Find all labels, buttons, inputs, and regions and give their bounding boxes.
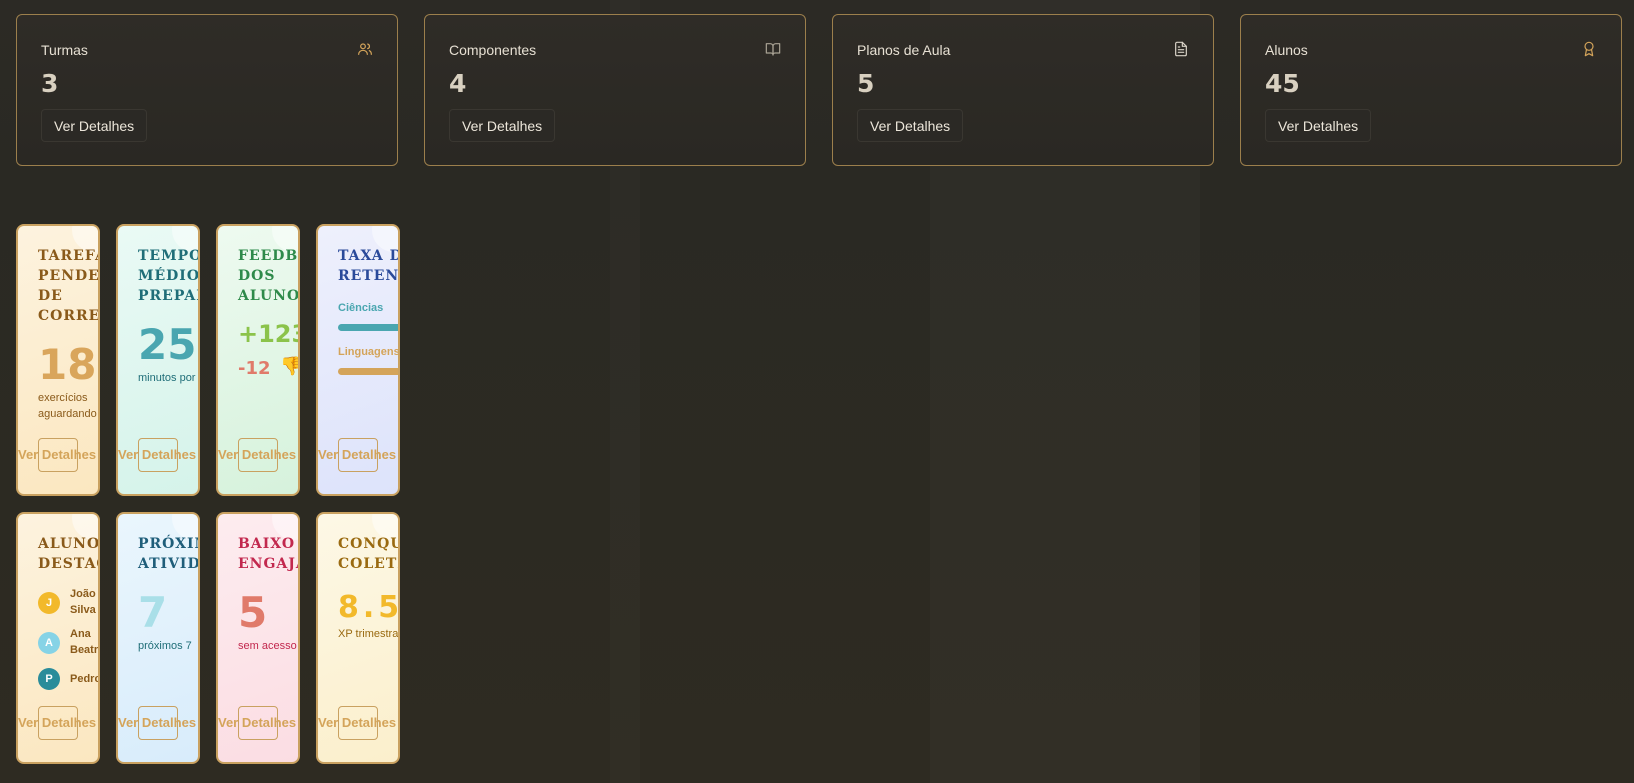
card-title-line: TAREFAS — [38, 248, 98, 264]
thumbs-down-icon: 👎 — [280, 356, 298, 377]
card-title-line: PENDENTES — [38, 268, 100, 284]
card-alunos-destaque: ALUNOS DESTAQUE J João Silva A Ana Beatr… — [16, 512, 100, 764]
award-icon — [1584, 41, 1594, 57]
card-value: 7 — [138, 588, 168, 637]
file-text-icon — [1175, 41, 1187, 57]
stat-value: 45 — [1265, 69, 1300, 98]
card-title: TEMPO MÉDIO DE PREPARO — [138, 246, 200, 306]
ver-detalhes-button-label[interactable]: Ver Detalhes — [18, 715, 98, 730]
retention-label: Ciências — [338, 302, 384, 314]
card-title: TAREFAS PENDENTES DE CORREÇÃO — [38, 246, 100, 326]
users-icon — [358, 43, 372, 55]
card-tempo-medio: TEMPO MÉDIO DE PREPARO 25 minutos por Ve… — [116, 224, 200, 496]
card-title-line: TEMPO — [138, 248, 200, 264]
feedback-positive: +123 — [238, 320, 298, 348]
student-name-line: Silva — [70, 604, 96, 616]
student-name-line: Pedro — [70, 673, 100, 685]
card-title-line: ALUNOS — [238, 288, 300, 304]
ver-detalhes-button-label[interactable]: Ver Detalhes — [318, 447, 398, 462]
book-open-icon — [765, 43, 781, 56]
ver-detalhes-button[interactable]: Ver Detalhes — [41, 109, 148, 142]
retention-bar — [338, 368, 398, 375]
card-title-line: ENGAJAMENTO — [238, 556, 298, 572]
stat-card-componentes: Componentes 4 Ver Detalhes — [424, 14, 806, 166]
student-name-line: João — [70, 588, 96, 600]
card-title: ALUNOS DESTAQUE — [38, 534, 100, 574]
card-title-line: BAIXO — [238, 536, 296, 552]
ver-detalhes-button[interactable]: Ver Detalhes — [449, 109, 556, 142]
avatar: P — [38, 668, 60, 690]
card-title-line: MÉDIO DE — [138, 268, 200, 284]
card-title-line: DE — [38, 288, 63, 304]
ver-detalhes-button-label[interactable]: Ver Detalhes — [118, 447, 198, 462]
stat-value: 5 — [857, 69, 875, 98]
card-title: BAIXO ENGAJAMENTO — [238, 534, 298, 574]
student-name-line: Ana — [70, 628, 91, 640]
student-name: Pedro — [70, 671, 100, 687]
student-name: Ana Beatriz — [70, 626, 99, 658]
stat-card-turmas: Turmas 3 Ver Detalhes — [16, 14, 398, 166]
card-title: PRÓXIMAS ATIVIDADES — [138, 534, 200, 574]
card-title-line: ALUNOS — [38, 536, 100, 552]
card-feedback-alunos: FEEDBACK DOS ALUNOS +123 -12 👎 Ver Detal… — [216, 224, 300, 496]
card-title-line: PRÓXIMAS — [138, 536, 198, 552]
card-title-line: CORREÇÃO — [38, 308, 100, 324]
student-name-line: Beatriz — [70, 644, 99, 656]
card-title: FEEDBACK DOS ALUNOS — [238, 246, 300, 306]
student-name: João Silva — [70, 586, 96, 618]
card-title-line: PREPARO — [138, 288, 198, 304]
ver-detalhes-button-label[interactable]: Ver Detalhes — [218, 447, 298, 462]
card-title-line: DOS — [238, 268, 276, 284]
ver-detalhes-button-label[interactable]: Ver Detalhes — [218, 715, 298, 730]
stat-card-planos-de-aula: Planos de Aula 5 Ver Detalhes — [832, 14, 1214, 166]
card-subtitle: XP trimestral — [338, 628, 400, 640]
card-subtitle-line: aguardando — [38, 408, 97, 420]
card-title-line: RETENÇÃO — [338, 268, 400, 284]
ver-detalhes-button-label[interactable]: Ver Detalhes — [118, 715, 198, 730]
stat-title: Componentes — [449, 42, 537, 58]
stat-value: 4 — [449, 69, 467, 98]
card-value: 5 — [238, 588, 268, 637]
avatar: A — [38, 632, 60, 654]
card-subtitle-line: exercícios — [38, 392, 88, 404]
stat-value: 3 — [41, 69, 59, 98]
ver-detalhes-button[interactable]: Ver Detalhes — [1265, 109, 1372, 142]
card-value: 18 — [38, 340, 97, 389]
card-title-line: COLETIVAS — [338, 556, 398, 572]
card-value: 8.5 — [338, 590, 400, 625]
stat-title: Planos de Aula — [857, 42, 951, 58]
ver-detalhes-button-label[interactable]: Ver Detalhes — [18, 447, 98, 462]
card-conquistas-coletivas: CONQUISTAS COLETIVAS 8.5 XP trimestral V… — [316, 512, 400, 764]
card-taxa-retencao: TAXA DE RETENÇÃO Ciências Linguagens Ver… — [316, 224, 400, 496]
retention-bar — [338, 324, 398, 331]
card-proximas-atividades: PRÓXIMAS ATIVIDADES 7 próximos 7 Ver Det… — [116, 512, 200, 764]
retention-label: Linguagens — [338, 346, 400, 358]
card-title: CONQUISTAS COLETIVAS — [338, 534, 400, 574]
card-tarefas-pendentes: TAREFAS PENDENTES DE CORREÇÃO 18 exercíc… — [16, 224, 100, 496]
stat-title: Turmas — [41, 42, 88, 58]
card-subtitle: minutos por — [138, 372, 196, 384]
avatar: J — [38, 592, 60, 614]
feedback-negative: -12 — [238, 358, 271, 379]
stat-title: Alunos — [1265, 42, 1308, 58]
card-subtitle: exercícios aguardando — [38, 390, 97, 422]
stat-card-alunos: Alunos 45 Ver Detalhes — [1240, 14, 1622, 166]
card-title: TAXA DE RETENÇÃO — [338, 246, 400, 286]
ver-detalhes-button-label[interactable]: Ver Detalhes — [318, 715, 398, 730]
ver-detalhes-button[interactable]: Ver Detalhes — [857, 109, 964, 142]
card-title-line: DESTAQUE — [38, 556, 98, 572]
card-baixo-engajamento: BAIXO ENGAJAMENTO 5 sem acesso Ver Detal… — [216, 512, 300, 764]
card-title-line: ATIVIDADES — [138, 556, 200, 572]
card-value: 25 — [138, 320, 197, 369]
card-title-line: TAXA DE — [338, 248, 398, 264]
card-subtitle: próximos 7 — [138, 640, 192, 652]
card-title-line: CONQUISTAS — [338, 536, 400, 552]
card-title-line: FEEDBACK — [238, 248, 299, 264]
card-subtitle: sem acesso — [238, 640, 297, 652]
